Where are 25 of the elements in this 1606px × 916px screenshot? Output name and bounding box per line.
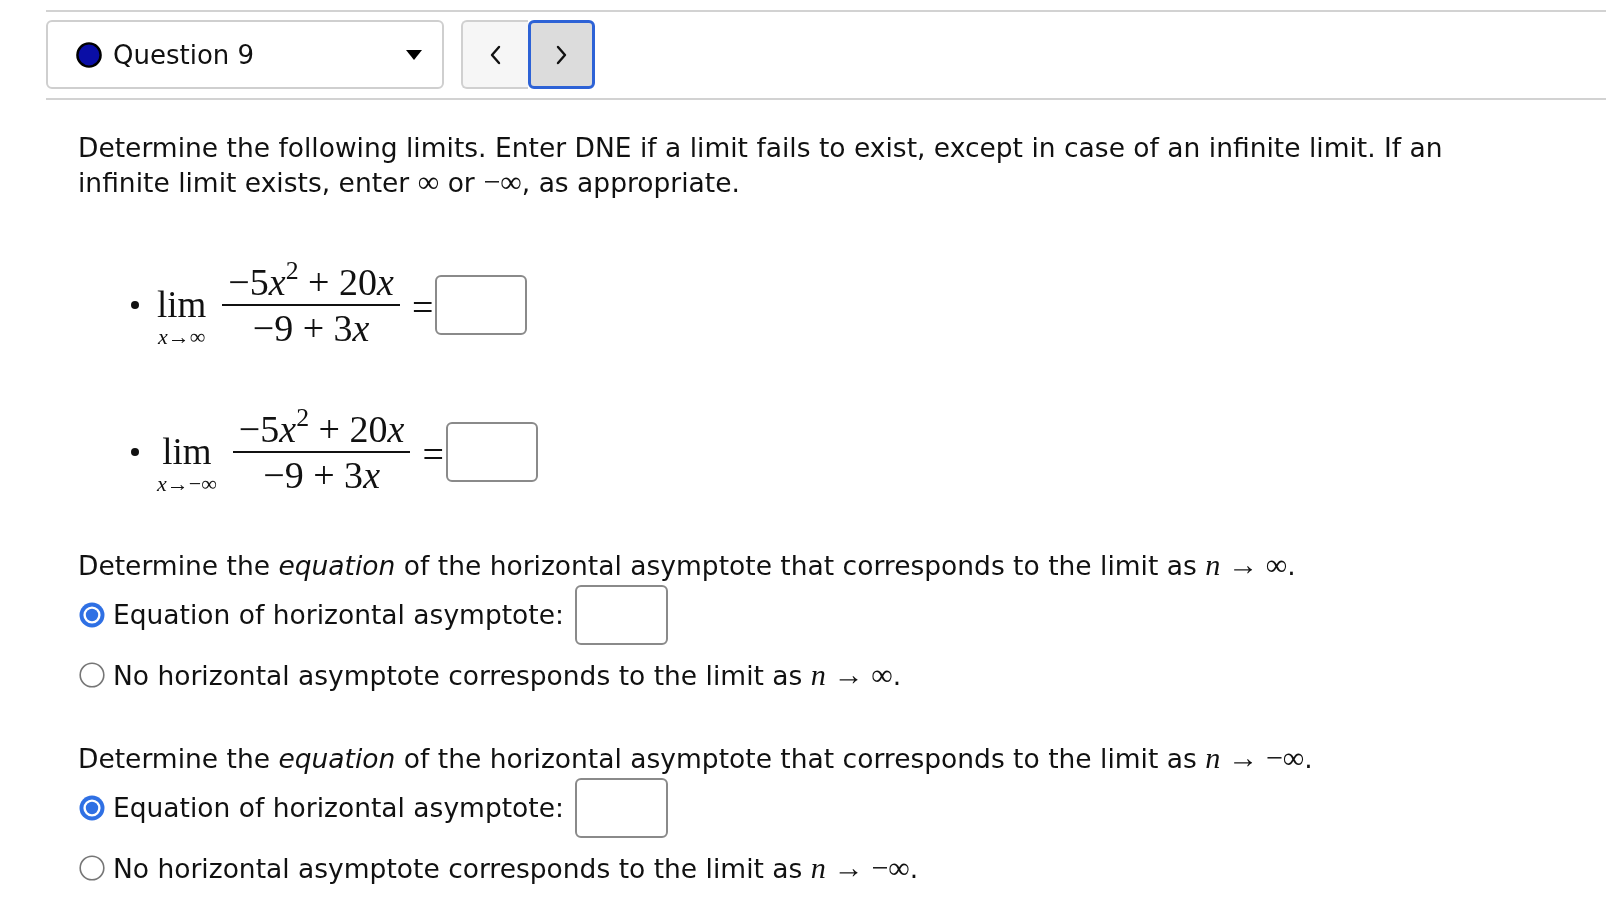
instructions-text: Determine the following limits. Enter DNE if a limit fails to exist, except in case of an infinite limit. If an infinite limit exists, enter ∞ or −∞, as appropriate. (78, 131, 1444, 200)
limit-formula: lim x→∞ −5x$^{2}$ + 20x −9 + 3x = (157, 260, 435, 350)
limit-formula: lim x→−∞ −5x$^{2}$ + 20x −9 + 3x = (157, 407, 445, 497)
option-label: No horizontal asymptote corresponds to the limit as n → ∞. (113, 657, 902, 693)
answer-field[interactable] (574, 778, 668, 838)
bullet-icon (131, 301, 139, 309)
chevron-right-icon (555, 44, 568, 65)
status-dot-icon (76, 41, 102, 68)
question-dropdown[interactable]: Question 9 (46, 20, 444, 89)
bullet-icon (131, 448, 139, 456)
radio-button[interactable] (79, 795, 105, 821)
option-label: No horizontal asymptote corresponds to the limit as n → −∞. (113, 850, 919, 886)
caret-icon (406, 49, 422, 60)
answer-field[interactable] (574, 585, 668, 645)
option-label: Equation of horizontal asymptote: (113, 791, 564, 825)
radio-button[interactable] (79, 855, 105, 881)
radio-button[interactable] (79, 602, 105, 628)
question-text: Determine the equation of the horizontal asymptote that corresponds to the limit as n → −∞. (78, 741, 1314, 776)
chevron-left-icon (489, 44, 502, 65)
next-button[interactable] (528, 20, 595, 89)
answer-field[interactable] (435, 275, 528, 335)
question-text: Determine the equation of the horizontal asymptote that corresponds to the limit as n → ∞. (78, 548, 1297, 583)
option-label: Equation of horizontal asymptote: (113, 598, 564, 632)
radio-button[interactable] (79, 662, 105, 688)
answer-field[interactable] (445, 422, 538, 482)
